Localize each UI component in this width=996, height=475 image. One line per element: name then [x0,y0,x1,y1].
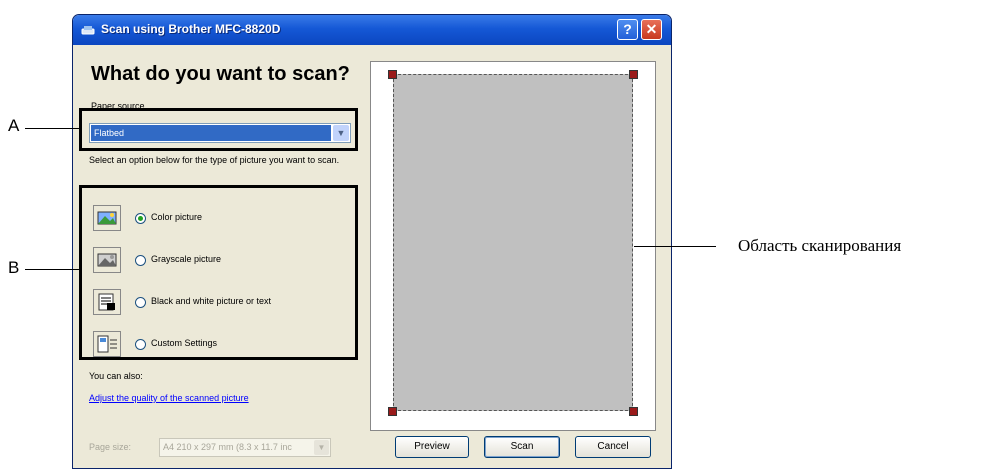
page-size-label: Page size: [89,442,132,452]
annotation-line-scan-area [634,246,716,247]
annotation-line-b [25,269,79,270]
page-size-select: A4 210 x 297 mm (8.3 x 11.7 inc ▼ [159,438,331,457]
chevron-down-icon: ▼ [314,440,329,455]
annotation-box-b [79,185,358,360]
adjust-quality-link[interactable]: Adjust the quality of the scanned pictur… [89,393,249,403]
help-button[interactable]: ? [617,19,638,40]
corner-handle-bottom-left[interactable] [388,407,397,416]
scan-button[interactable]: Scan [484,436,560,458]
annotation-line-a [25,128,79,129]
also-label: You can also: [89,371,143,381]
annotation-label-b: B [8,258,20,277]
scanner-icon [81,23,95,35]
close-button[interactable]: ✕ [641,19,662,40]
scan-area[interactable] [393,74,633,411]
window-title: Scan using Brother MFC-8820D [101,22,281,36]
corner-handle-bottom-right[interactable] [629,407,638,416]
instruction-text: Select an option below for the type of p… [89,155,340,165]
page-size-value: A4 210 x 297 mm (8.3 x 11.7 inc [163,442,292,452]
annotation-label-a: A [8,116,20,135]
page-heading: What do you want to scan? [91,63,350,85]
preview-button[interactable]: Preview [395,436,469,458]
annotation-label-scan-area: Область сканирования [738,236,902,255]
cancel-button[interactable]: Cancel [575,436,651,458]
preview-panel [370,61,656,431]
annotation-box-a [79,108,358,151]
corner-handle-top-left[interactable] [388,70,397,79]
corner-handle-top-right[interactable] [629,70,638,79]
title-bar[interactable]: Scan using Brother MFC-8820D ? ✕ [73,15,671,45]
